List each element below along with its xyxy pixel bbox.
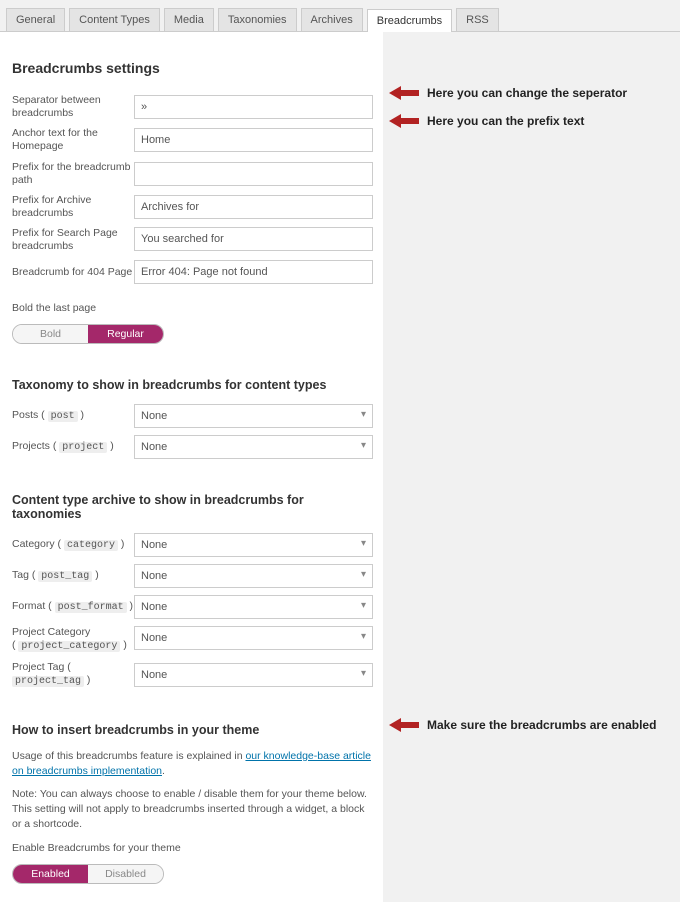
- enabled-option[interactable]: Enabled: [13, 865, 88, 883]
- prefix-path-input[interactable]: [134, 162, 373, 186]
- insert-para-2: Note: You can always choose to enable / …: [12, 787, 373, 833]
- annot-prefix: Here you can the prefix text: [389, 114, 584, 128]
- tab-archives[interactable]: Archives: [301, 8, 363, 31]
- tab-content-types[interactable]: Content Types: [69, 8, 160, 31]
- bold-last-label: Bold the last page: [12, 302, 373, 314]
- breadcrumbs-panel: Breadcrumbs settings Separator between b…: [0, 32, 383, 902]
- separator-label: Separator between breadcrumbs: [12, 94, 134, 120]
- separator-input[interactable]: [134, 95, 373, 119]
- regular-option[interactable]: Regular: [88, 325, 163, 343]
- proj-cat-label: Project Category ( project_category ): [12, 626, 134, 654]
- insert-para-1: Usage of this breadcrumbs feature is exp…: [12, 749, 373, 779]
- prefix-archive-label: Prefix for Archive breadcrumbs: [12, 194, 134, 220]
- insert-section-heading: How to insert breadcrumbs in your theme: [12, 723, 373, 737]
- prefix-search-input[interactable]: [134, 227, 373, 251]
- tab-media[interactable]: Media: [164, 8, 214, 31]
- bold-last-toggle: Bold Regular: [12, 324, 164, 344]
- settings-tabs: General Content Types Media Taxonomies A…: [0, 0, 680, 32]
- disabled-option[interactable]: Disabled: [88, 865, 163, 883]
- prefix-search-label: Prefix for Search Page breadcrumbs: [12, 227, 134, 253]
- format-select[interactable]: None: [134, 595, 373, 619]
- taxonomy-section-heading: Taxonomy to show in breadcrumbs for cont…: [12, 378, 373, 392]
- projects-select[interactable]: None: [134, 435, 373, 459]
- crumb-404-label: Breadcrumb for 404 Page: [12, 266, 134, 279]
- arrow-left-icon: [389, 86, 419, 100]
- tab-general[interactable]: General: [6, 8, 65, 31]
- anchor-label: Anchor text for the Homepage: [12, 127, 134, 153]
- proj-tag-select[interactable]: None: [134, 663, 373, 687]
- tag-select[interactable]: None: [134, 564, 373, 588]
- prefix-path-label: Prefix for the breadcrumb path: [12, 161, 134, 187]
- annot-separator: Here you can change the seperator: [389, 86, 627, 100]
- annotation-area: Here you can change the seperator Here y…: [383, 32, 680, 52]
- cta-section-heading: Content type archive to show in breadcru…: [12, 493, 373, 521]
- tab-rss[interactable]: RSS: [456, 8, 499, 31]
- panel-heading: Breadcrumbs settings: [12, 60, 373, 76]
- proj-tag-label: Project Tag ( project_tag ): [12, 661, 134, 689]
- projects-label: Projects ( project ): [12, 440, 134, 455]
- tag-label: Tag ( post_tag ): [12, 569, 134, 584]
- enable-toggle: Enabled Disabled: [12, 864, 164, 884]
- prefix-archive-input[interactable]: [134, 195, 373, 219]
- posts-select[interactable]: None: [134, 404, 373, 428]
- crumb-404-input[interactable]: [134, 260, 373, 284]
- category-select[interactable]: None: [134, 533, 373, 557]
- proj-cat-select[interactable]: None: [134, 626, 373, 650]
- bold-option[interactable]: Bold: [13, 325, 88, 343]
- arrow-left-icon: [389, 114, 419, 128]
- format-label: Format ( post_format ): [12, 600, 134, 615]
- tab-breadcrumbs[interactable]: Breadcrumbs: [367, 9, 452, 32]
- annot-enable: Make sure the breadcrumbs are enabled: [389, 718, 656, 732]
- category-label: Category ( category ): [12, 538, 134, 553]
- anchor-input[interactable]: [134, 128, 373, 152]
- tab-taxonomies[interactable]: Taxonomies: [218, 8, 297, 31]
- arrow-left-icon: [389, 718, 419, 732]
- enable-label: Enable Breadcrumbs for your theme: [12, 841, 373, 856]
- posts-label: Posts ( post ): [12, 409, 134, 424]
